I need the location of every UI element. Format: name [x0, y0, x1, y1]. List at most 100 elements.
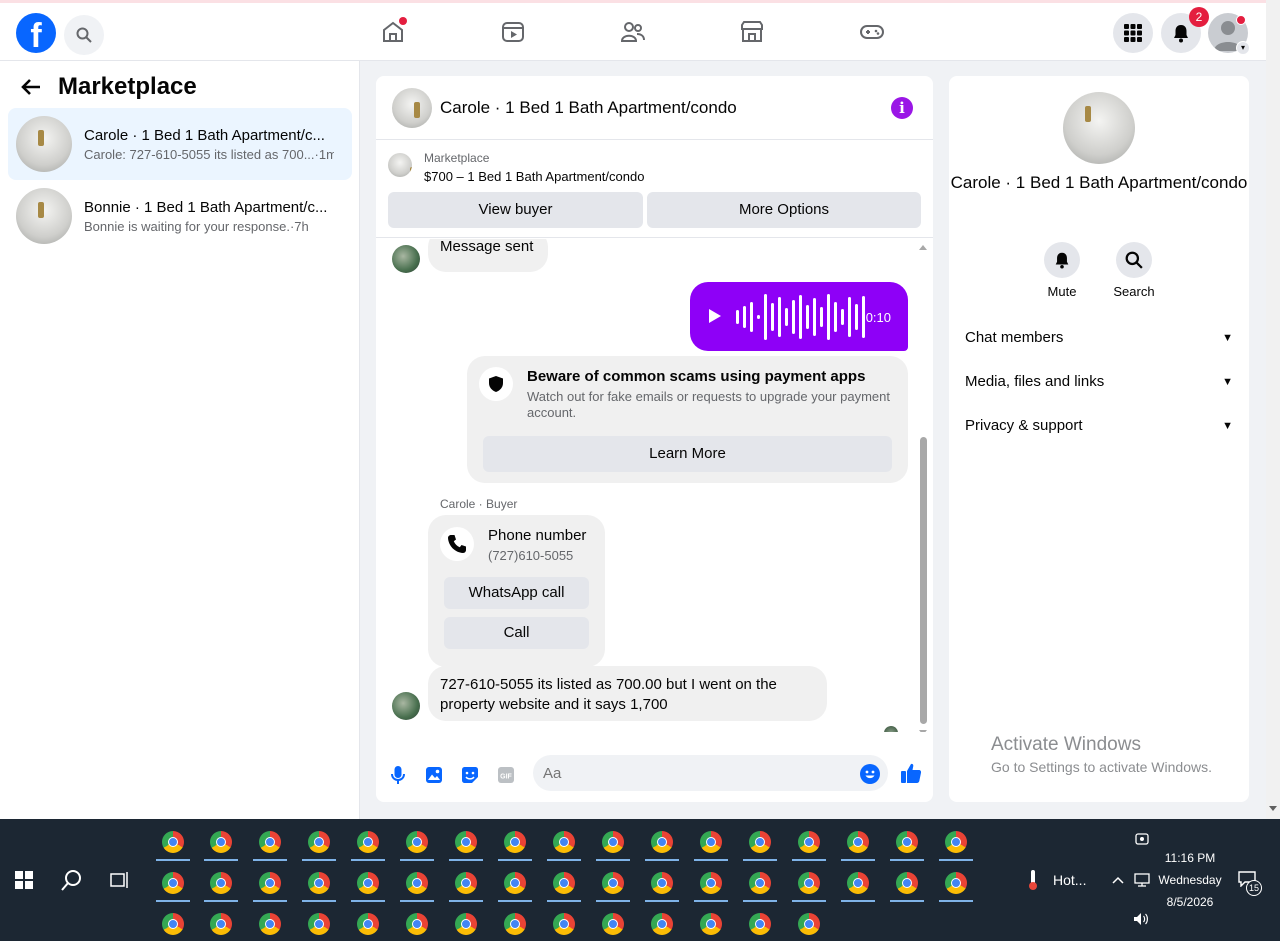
taskbar-app-icon[interactable] [886, 825, 926, 861]
taskbar-app-icon[interactable] [592, 866, 632, 902]
facebook-logo[interactable]: f [16, 13, 56, 53]
info-icon[interactable]: i [891, 97, 913, 119]
taskbar-app-icon[interactable] [152, 866, 192, 902]
taskbar-app-icon[interactable] [641, 866, 681, 902]
call-button[interactable]: Call [444, 617, 589, 649]
chevron-up-icon[interactable] [1112, 876, 1124, 884]
taskbar-app-icon[interactable] [152, 907, 192, 941]
scroll-up-icon[interactable] [917, 243, 929, 251]
taskbar-app-icon[interactable] [690, 825, 730, 861]
play-icon[interactable] [708, 308, 722, 324]
taskbar-app-icon[interactable] [886, 866, 926, 902]
notifications-button[interactable]: 2 [1161, 7, 1209, 53]
like-button[interactable] [899, 761, 923, 785]
taskbar-app-icon[interactable] [788, 866, 828, 902]
attach-photo-button[interactable] [423, 764, 445, 786]
taskbar-app-icon[interactable] [494, 907, 534, 941]
taskbar-app-icon[interactable] [739, 825, 779, 861]
view-buyer-button[interactable]: View buyer [388, 192, 643, 228]
whatsapp-call-button[interactable]: WhatsApp call [444, 577, 589, 609]
taskbar-app-icon[interactable] [543, 907, 583, 941]
task-view-icon[interactable] [110, 871, 130, 889]
taskbar-app-icon[interactable] [152, 825, 192, 861]
voice-clip-button[interactable] [387, 764, 409, 786]
taskbar-app-icon[interactable] [837, 825, 877, 861]
clock-date[interactable]: 8/5/2026 [1160, 895, 1220, 909]
chat-title[interactable]: Carole · 1 Bed 1 Bath Apartment/condo [440, 98, 737, 118]
learn-more-button[interactable]: Learn More [483, 436, 892, 472]
taskbar-app-icon[interactable] [298, 866, 338, 902]
gif-button[interactable]: GIF [495, 764, 517, 786]
taskbar-app-icon[interactable] [200, 907, 240, 941]
taskbar-app-icon[interactable] [200, 825, 240, 861]
taskbar-app-icon[interactable] [445, 907, 485, 941]
section-privacy-support[interactable]: Privacy & support ▼ [965, 417, 1233, 434]
page-scrollbar[interactable] [1266, 0, 1280, 819]
voice-message[interactable]: 0:10 [690, 282, 908, 351]
nav-marketplace[interactable] [737, 17, 767, 47]
sticker-button[interactable] [459, 764, 481, 786]
taskbar-app-icon[interactable] [396, 825, 436, 861]
scroll-thumb[interactable] [920, 437, 927, 724]
taskbar-app-icon[interactable] [543, 825, 583, 861]
taskbar-app-icon[interactable] [690, 866, 730, 902]
mute-action[interactable]: Mute [1032, 242, 1092, 299]
clock-time[interactable]: 11:16 PM [1160, 851, 1220, 865]
taskbar-app-icon[interactable] [494, 825, 534, 861]
menu-button[interactable] [1113, 13, 1153, 53]
nav-gaming[interactable] [857, 17, 887, 47]
taskbar-app-icon[interactable] [592, 907, 632, 941]
taskbar-app-icon[interactable] [543, 866, 583, 902]
taskbar-app-icon[interactable] [837, 866, 877, 902]
message-input[interactable] [533, 755, 888, 791]
taskbar-app-icon[interactable] [788, 907, 828, 941]
taskbar-app-icon[interactable] [249, 866, 289, 902]
emoji-button[interactable] [860, 764, 880, 784]
taskbar-app-icon[interactable] [347, 866, 387, 902]
message-scrollbar[interactable] [917, 239, 929, 732]
taskbar-app-icon[interactable] [494, 866, 534, 902]
taskbar-app-icon[interactable] [641, 825, 681, 861]
search-button[interactable] [64, 15, 104, 55]
taskbar-app-icon[interactable] [690, 907, 730, 941]
taskbar-app-icon[interactable] [739, 866, 779, 902]
weather-text[interactable]: Hot... [1053, 872, 1086, 888]
taskbar-app-icon[interactable] [445, 825, 485, 861]
taskbar-app-icon[interactable] [641, 907, 681, 941]
taskbar-app-icon[interactable] [249, 825, 289, 861]
windows-start-icon[interactable] [15, 871, 33, 889]
volume-icon[interactable] [1133, 912, 1149, 926]
taskbar-app-icon[interactable] [347, 825, 387, 861]
taskbar-app-icon[interactable] [200, 866, 240, 902]
meet-now-icon[interactable] [1135, 832, 1149, 846]
taskbar-app-icon[interactable] [347, 907, 387, 941]
taskbar-app-icon[interactable] [445, 866, 485, 902]
taskbar-app-icon[interactable] [249, 907, 289, 941]
conversation-item-bonnie[interactable]: Bonnie · 1 Bed 1 Bath Apartment/c... Bon… [8, 180, 352, 252]
clock-day[interactable]: Wednesday [1155, 873, 1225, 887]
nav-friends[interactable] [618, 17, 648, 47]
taskbar-app-icon[interactable] [396, 866, 436, 902]
chat-listing-thumbnail[interactable] [392, 87, 432, 128]
back-arrow-icon[interactable] [20, 76, 42, 98]
taskbar-app-icon[interactable] [935, 866, 975, 902]
scroll-down-icon[interactable] [1266, 804, 1280, 814]
taskbar-app-icon[interactable] [788, 825, 828, 861]
search-action[interactable]: Search [1104, 242, 1164, 299]
taskbar-app-icon[interactable] [298, 907, 338, 941]
nav-video[interactable] [498, 17, 528, 47]
account-chevron-icon[interactable]: ▾ [1236, 41, 1250, 55]
section-media-files-links[interactable]: Media, files and links ▼ [965, 373, 1233, 390]
nav-home[interactable] [378, 17, 408, 47]
taskbar-app-icon[interactable] [935, 825, 975, 861]
listing-price-title[interactable]: $700 – 1 Bed 1 Bath Apartment/condo [424, 169, 644, 184]
taskbar-app-icon[interactable] [298, 825, 338, 861]
network-icon[interactable] [1133, 873, 1151, 887]
conversation-item-carole[interactable]: Carole · 1 Bed 1 Bath Apartment/c... Car… [8, 108, 352, 180]
section-chat-members[interactable]: Chat members ▼ [965, 329, 1233, 346]
taskbar-search-icon[interactable] [61, 869, 83, 891]
scroll-down-icon[interactable] [917, 729, 929, 732]
message-list[interactable]: Message sent 0:10 Beware of common scams… [376, 239, 933, 732]
taskbar-app-icon[interactable] [592, 825, 632, 861]
taskbar-app-icon[interactable] [739, 907, 779, 941]
